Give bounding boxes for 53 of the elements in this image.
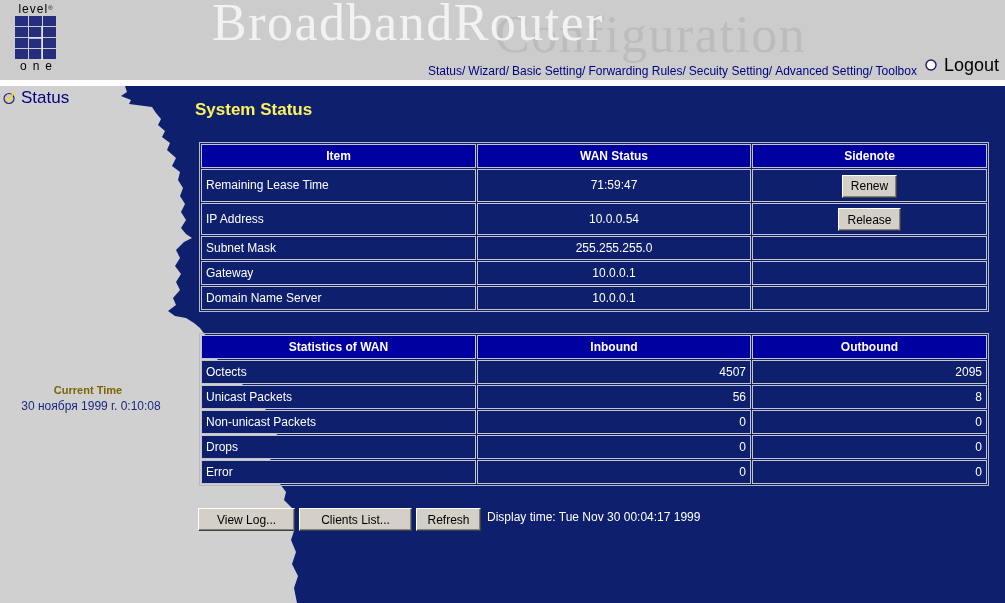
action-button[interactable]: Clients List... bbox=[299, 508, 412, 531]
nav-link[interactable]: Forwarding Rules/ bbox=[588, 64, 686, 78]
table-cell: 71:59:47 bbox=[477, 169, 751, 202]
column-header: WAN Status bbox=[477, 144, 751, 168]
table-cell: 4507 bbox=[477, 360, 751, 384]
table-cell: IP Address bbox=[201, 202, 476, 235]
column-header: Inbound bbox=[477, 335, 751, 359]
table-cell: Subnet Mask bbox=[201, 236, 476, 260]
column-header: Statistics of WAN bbox=[201, 335, 476, 359]
table-cell: 8 bbox=[752, 385, 987, 409]
logo-text: level$^{®}$ bbox=[18, 3, 54, 16]
table-cell: 10.0.0.1 bbox=[477, 261, 751, 285]
current-time-value: 30 ноября 1999 г. 0:10:08 bbox=[21, 399, 161, 413]
page-title: System Status bbox=[195, 100, 313, 120]
sidebar-item[interactable]: Status bbox=[3, 88, 70, 108]
action-button[interactable]: Renew bbox=[841, 174, 898, 198]
table-cell: Drops bbox=[201, 435, 476, 459]
table-cell: 0 bbox=[477, 435, 751, 459]
table-cell: 0 bbox=[752, 410, 987, 434]
display-time-text: Display time: Tue Nov 30 00:04:17 1999 bbox=[487, 510, 701, 524]
nav-link[interactable]: Status/ bbox=[428, 64, 466, 78]
column-header: Item bbox=[201, 144, 476, 168]
table-cell: 0 bbox=[752, 460, 987, 484]
logo-text: one bbox=[19, 60, 58, 73]
grid-logo-icon bbox=[15, 16, 57, 60]
nav-link[interactable]: Wizard/ bbox=[468, 64, 509, 78]
table-cell: 255.255.255.0 bbox=[477, 236, 751, 260]
column-header: Sidenote bbox=[752, 144, 987, 168]
table-cell: Unicast Packets bbox=[201, 385, 476, 409]
table-cell: 10.0.0.54 bbox=[477, 202, 751, 235]
table-cell: Remaining Lease Time bbox=[201, 169, 476, 202]
current-time-label: Current Time bbox=[53, 384, 123, 397]
nav-link[interactable]: Advanced Setting/ bbox=[775, 64, 873, 78]
table-cell: 56 bbox=[477, 385, 751, 409]
column-header: Outbound bbox=[752, 335, 987, 359]
table-cell: 2095 bbox=[752, 360, 987, 384]
action-button[interactable]: View Log... bbox=[198, 508, 295, 531]
action-button[interactable]: Refresh bbox=[416, 508, 481, 531]
nav-link[interactable]: Basic Setting/ bbox=[512, 64, 586, 78]
nav-link[interactable]: Secuity Setting/ bbox=[688, 64, 773, 78]
table-cell: Gateway bbox=[201, 261, 476, 285]
table-cell: 0 bbox=[477, 460, 751, 484]
table-cell: Non-unicast Packets bbox=[201, 410, 476, 434]
circle-icon bbox=[924, 59, 937, 71]
table-cell: 0 bbox=[477, 410, 751, 434]
table-cell: Error bbox=[201, 460, 476, 484]
logout-link[interactable]: Logout bbox=[924, 55, 999, 75]
table-cell: Octects bbox=[201, 360, 476, 384]
action-button[interactable]: Release bbox=[838, 208, 901, 231]
nav-link[interactable]: Toolbox bbox=[875, 64, 917, 78]
table-cell: 0 bbox=[752, 435, 987, 459]
table-cell: Domain Name Server bbox=[201, 286, 476, 310]
table-cell: 10.0.0.1 bbox=[477, 286, 751, 310]
